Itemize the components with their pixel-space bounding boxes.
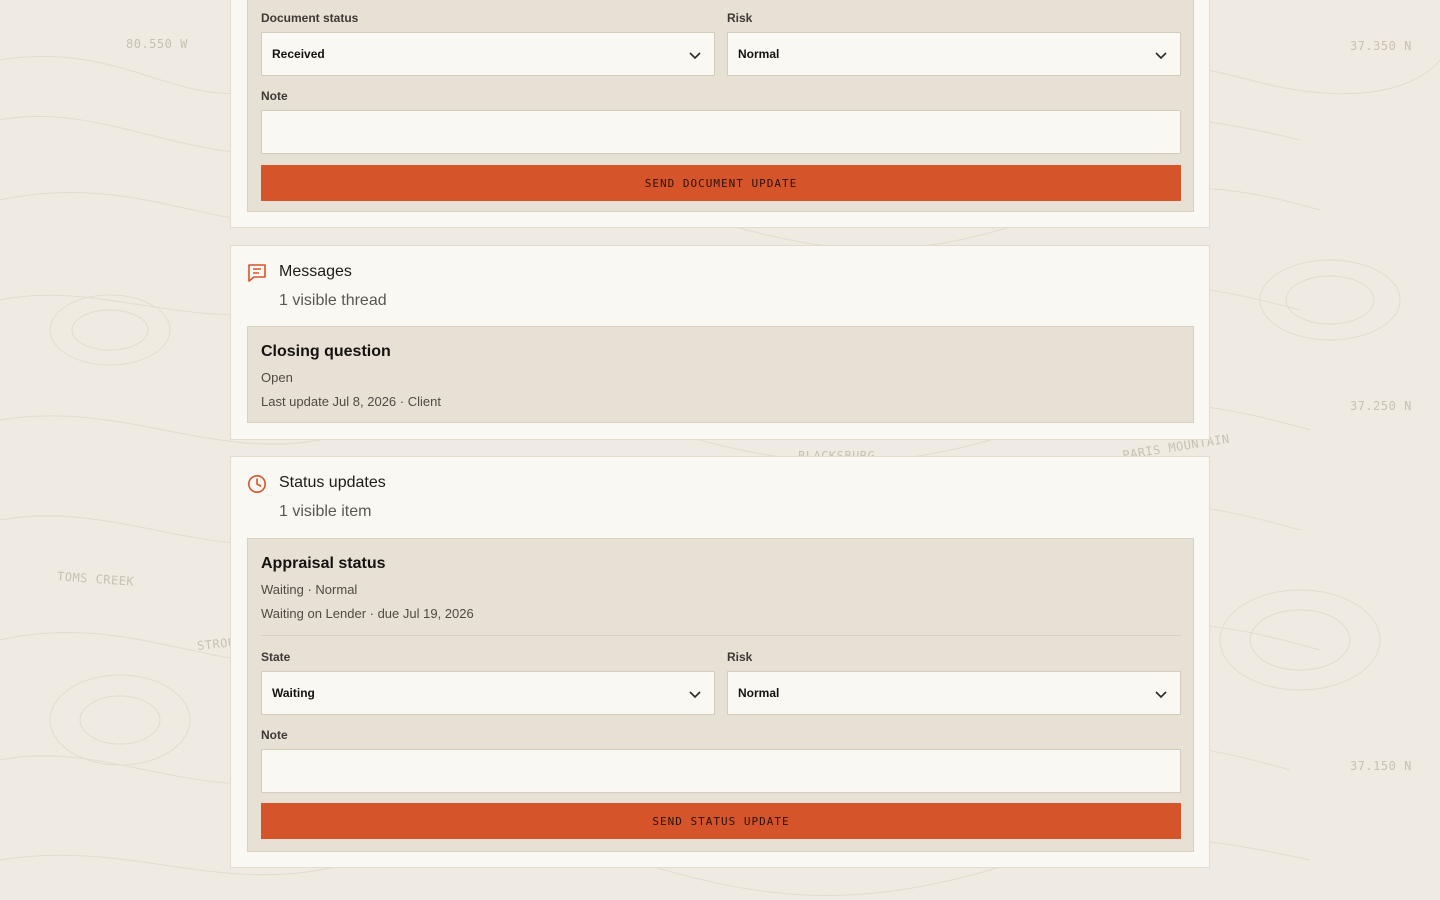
messages-card: Messages 1 visible thread Closing questi… bbox=[230, 245, 1210, 440]
status-note-field: Note bbox=[261, 728, 1181, 793]
document-note-label: Note bbox=[261, 89, 288, 103]
status-state-select[interactable]: Waiting bbox=[261, 671, 715, 715]
status-state-field: State Waiting bbox=[261, 650, 715, 715]
map-coordinate-label: 37.150 N bbox=[1350, 759, 1412, 773]
chevron-down-icon bbox=[1155, 52, 1167, 60]
divider bbox=[261, 635, 1181, 636]
thread-title: Closing question bbox=[261, 343, 391, 360]
document-status-select[interactable]: Received bbox=[261, 32, 715, 76]
chevron-down-icon bbox=[689, 691, 701, 699]
status-risk-field: Risk Normal bbox=[727, 650, 1181, 715]
document-status-label: Document status bbox=[261, 11, 359, 25]
status-updates-header: Status updates bbox=[247, 474, 386, 494]
map-coordinate-label: 37.350 N bbox=[1350, 39, 1412, 53]
clock-icon bbox=[248, 475, 266, 493]
document-risk-value: Normal bbox=[738, 47, 780, 61]
messages-title: Messages bbox=[279, 263, 352, 280]
document-note-input[interactable] bbox=[261, 110, 1181, 154]
status-note-input[interactable] bbox=[261, 749, 1181, 793]
document-status-field: Document status Received bbox=[261, 11, 715, 76]
status-state-value: Waiting bbox=[272, 686, 315, 700]
messages-header: Messages bbox=[247, 263, 352, 283]
thread-state: Open bbox=[261, 370, 293, 385]
document-update-card: Document status Received Risk Normal Not… bbox=[230, 0, 1210, 228]
message-icon bbox=[248, 264, 266, 282]
document-status-value: Received bbox=[272, 47, 325, 61]
status-risk-label: Risk bbox=[727, 650, 753, 664]
map-coordinate-label: 37.250 N bbox=[1350, 399, 1412, 413]
thread-meta: Last update Jul 8, 2026 · Client bbox=[261, 394, 441, 409]
status-risk-value: Normal bbox=[738, 686, 780, 700]
document-risk-select[interactable]: Normal bbox=[727, 32, 1181, 76]
send-status-update-button[interactable]: SEND STATUS UPDATE bbox=[261, 803, 1181, 839]
map-coordinate-label: 80.550 W bbox=[126, 37, 188, 51]
status-risk-select[interactable]: Normal bbox=[727, 671, 1181, 715]
status-item-meta: Waiting on Lender · due Jul 19, 2026 bbox=[261, 606, 474, 621]
status-item: Appraisal status Waiting · Normal Waitin… bbox=[247, 538, 1194, 852]
list-item[interactable]: Closing question Open Last update Jul 8,… bbox=[247, 326, 1194, 423]
document-update-panel: Document status Received Risk Normal Not… bbox=[247, 0, 1194, 212]
status-note-label: Note bbox=[261, 728, 288, 742]
send-document-update-button[interactable]: SEND DOCUMENT UPDATE bbox=[261, 165, 1181, 201]
status-item-state-line: Waiting · Normal bbox=[261, 582, 358, 597]
status-updates-subtitle: 1 visible item bbox=[279, 503, 372, 520]
status-updates-card: Status updates 1 visible item Appraisal … bbox=[230, 456, 1210, 868]
messages-subtitle: 1 visible thread bbox=[279, 292, 387, 309]
status-updates-title: Status updates bbox=[279, 474, 386, 491]
document-risk-label: Risk bbox=[727, 11, 753, 25]
document-risk-field: Risk Normal bbox=[727, 11, 1181, 76]
document-note-field: Note bbox=[261, 89, 1181, 154]
chevron-down-icon bbox=[689, 52, 701, 60]
status-item-title: Appraisal status bbox=[261, 555, 386, 572]
status-state-label: State bbox=[261, 650, 291, 664]
chevron-down-icon bbox=[1155, 691, 1167, 699]
